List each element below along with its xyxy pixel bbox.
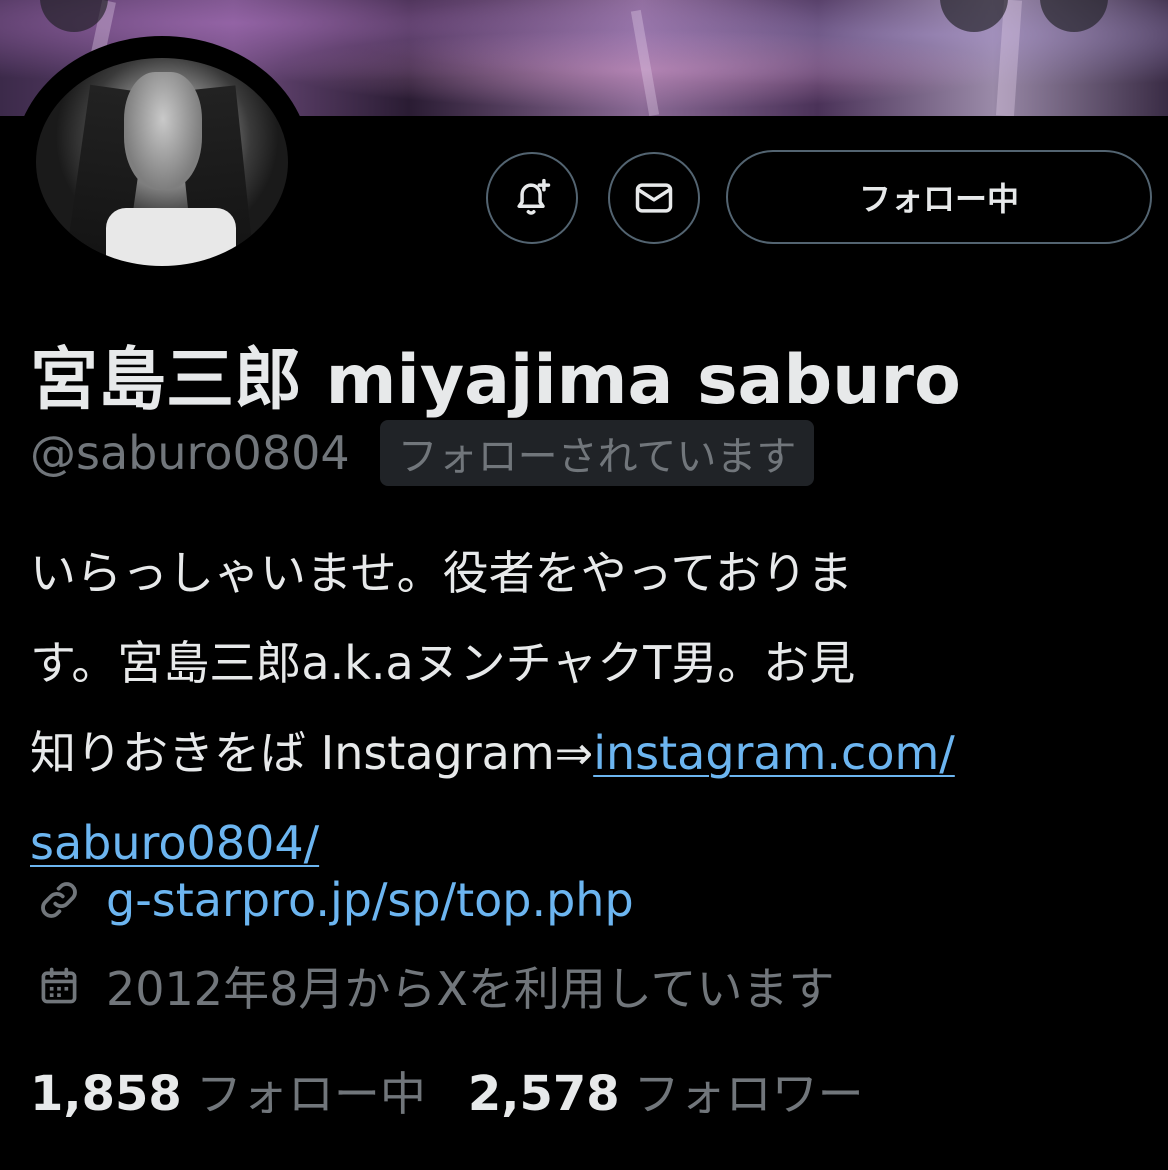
instagram-link[interactable]: instagram.com/ xyxy=(593,726,955,780)
followers-stat[interactable]: 2,578 フォロワー xyxy=(468,1058,864,1124)
search-button[interactable] xyxy=(940,0,1008,32)
message-button[interactable] xyxy=(608,152,700,244)
website-link[interactable]: g-starpro.jp/sp/top.php xyxy=(106,873,634,927)
follows-you-badge: フォローされています xyxy=(379,420,815,486)
bio-text: 知りおきをば Instagram⇒ xyxy=(30,726,594,780)
banner-detail xyxy=(630,9,660,116)
envelope-icon xyxy=(635,183,673,213)
bio: いらっしゃいませ。役者をやっておりま す。宮島三郎a.k.aヌンチャクT男。お見… xyxy=(30,528,1150,888)
website-row: g-starpro.jp/sp/top.php xyxy=(30,868,634,932)
bell-plus-icon xyxy=(517,178,551,215)
following-label: フォロー中 xyxy=(195,1067,426,1121)
calendar-icon xyxy=(30,957,88,1015)
display-name: 宮島三郎 miyajima saburo xyxy=(30,341,961,420)
followers-label: フォロワー xyxy=(633,1067,864,1121)
followers-count: 2,578 xyxy=(467,1066,620,1122)
avatar[interactable] xyxy=(14,36,310,288)
more-button[interactable] xyxy=(1040,0,1108,32)
notify-button[interactable] xyxy=(486,152,578,244)
handle-row: @saburo0804 フォローされています xyxy=(30,420,815,486)
handle: @saburo0804 xyxy=(30,426,350,480)
bio-line: 知りおきをば Instagram⇒instagram.com/ xyxy=(30,708,1150,798)
bio-line: いらっしゃいませ。役者をやっておりま xyxy=(30,546,853,600)
instagram-link-continued[interactable]: saburo0804/ xyxy=(30,816,319,870)
link-icon xyxy=(30,871,88,929)
bio-line: す。宮島三郎a.k.aヌンチャクT男。お見 xyxy=(30,636,856,690)
joined-date: 2012年8月からXを利用しています xyxy=(106,962,835,1016)
following-count: 1,858 xyxy=(30,1066,182,1122)
joined-row: 2012年8月からXを利用しています xyxy=(30,954,834,1018)
following-button[interactable]: フォロー中 xyxy=(726,150,1152,244)
avatar-image xyxy=(36,58,288,266)
following-stat[interactable]: 1,858 フォロー中 xyxy=(30,1058,426,1124)
follow-stats: 1,858 フォロー中 2,578 フォロワー xyxy=(30,1058,864,1124)
